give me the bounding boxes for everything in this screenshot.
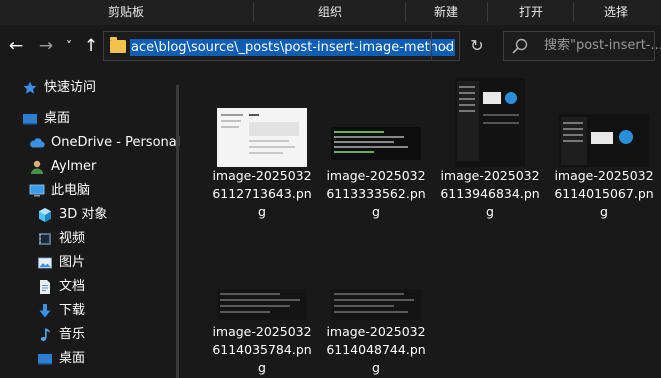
file-tile[interactable]: image-20250326113946834.png xyxy=(436,77,544,221)
chevron-down-icon: ⌄ xyxy=(441,39,452,52)
back-arrow-icon: ← xyxy=(8,36,24,56)
recent-locations-button[interactable]: ˅ xyxy=(61,25,77,67)
file-thumbnail xyxy=(322,77,430,167)
ribbon-divider xyxy=(405,2,406,22)
document-icon xyxy=(40,280,50,294)
ribbon-group-new: 新建 xyxy=(433,5,458,19)
up-arrow-icon: ↑ xyxy=(83,36,99,56)
file-name: image-20250326114035784.png xyxy=(212,324,312,375)
folder-icon xyxy=(110,37,126,53)
forward-arrow-icon: → xyxy=(38,36,54,56)
file-tile[interactable]: image-20250326114048744.png xyxy=(322,225,430,377)
ribbon-group-labels: 剪贴板 组织 新建 打开 选择 xyxy=(0,0,661,25)
file-thumbnail xyxy=(208,77,316,167)
nav-item-label: 视频 xyxy=(59,231,86,246)
file-list: image-20250326112713643.png image-202503… xyxy=(192,67,661,378)
nav-item-label: Aylmer xyxy=(51,159,97,174)
file-name: image-20250326114048744.png xyxy=(326,324,426,375)
file-name: image-20250326113946834.png xyxy=(440,168,540,219)
file-name: image-20250326113333562.png xyxy=(326,168,426,219)
address-divider xyxy=(431,32,432,60)
address-bar-row: ← → ˅ ↑ ace\blog\source\_posts\post-inse… xyxy=(0,25,661,67)
computer-icon xyxy=(29,184,45,197)
nav-item-label: 文档 xyxy=(59,279,86,294)
screenshot-thumbnail xyxy=(217,108,307,167)
ribbon-group-clipboard: 剪贴板 xyxy=(107,5,144,19)
cloud-icon xyxy=(30,138,45,148)
nav-scrollbar-thumb[interactable] xyxy=(176,85,179,378)
chevron-down-icon: ˅ xyxy=(66,39,72,53)
screenshot-thumbnail xyxy=(559,114,649,167)
nav-item-label: 图片 xyxy=(59,255,86,270)
screenshot-thumbnail xyxy=(331,289,421,320)
refresh-icon: ↻ xyxy=(470,36,484,55)
ribbon-group-organize: 组织 xyxy=(317,5,342,19)
forward-button[interactable]: → xyxy=(35,25,57,67)
star-icon xyxy=(23,81,37,94)
file-thumbnail xyxy=(436,77,544,167)
file-thumbnail xyxy=(550,77,658,167)
file-tile[interactable]: image-20250326113333562.png xyxy=(322,77,430,221)
nav-item-label: 桌面 xyxy=(59,351,86,366)
cube-icon xyxy=(39,208,51,222)
search-placeholder: 搜索"post-insert-... xyxy=(544,38,661,53)
navigation-pane: 快速访问 桌面 OneDrive - Personal Aylmer 此电脑 3… xyxy=(0,67,192,378)
music-icon xyxy=(40,328,51,341)
desktop-icon xyxy=(38,354,52,365)
desktop-icon xyxy=(23,114,37,125)
ribbon-divider xyxy=(253,2,254,22)
file-tile[interactable]: image-20250326112713643.png xyxy=(208,77,316,221)
nav-item-label: 3D 对象 xyxy=(59,207,108,222)
file-name: image-20250326114015067.png xyxy=(554,168,654,219)
refresh-button[interactable]: ↻ xyxy=(462,31,492,61)
nav-item-label: 下载 xyxy=(59,303,86,318)
address-history-button[interactable]: ⌄ xyxy=(434,32,459,60)
screenshot-thumbnail xyxy=(331,127,421,160)
screenshot-thumbnail xyxy=(217,289,307,320)
nav-item-label: 桌面 xyxy=(44,111,71,126)
up-button[interactable]: ↑ xyxy=(80,25,102,67)
ribbon-divider xyxy=(487,2,488,22)
file-tile[interactable]: image-20250326114015067.png xyxy=(550,77,658,221)
address-path-selected[interactable]: ace\blog\source\_posts\post-insert-image… xyxy=(130,39,456,56)
user-icon xyxy=(31,160,43,174)
nav-item-label: 此电脑 xyxy=(51,183,91,198)
screenshot-thumbnail xyxy=(455,78,525,167)
nav-item-label: OneDrive - Personal xyxy=(51,135,181,150)
back-button[interactable]: ← xyxy=(5,25,27,67)
nav-item-label: 快速访问 xyxy=(44,80,97,95)
ribbon-group-open: 打开 xyxy=(518,5,543,19)
video-icon xyxy=(39,233,51,245)
file-tile[interactable]: image-20250326114035784.png xyxy=(208,225,316,377)
picture-icon xyxy=(38,257,52,269)
ribbon-group-select: 选择 xyxy=(603,5,628,19)
nav-scrollbar[interactable] xyxy=(176,85,179,378)
search-icon xyxy=(512,38,528,54)
download-icon xyxy=(39,304,51,318)
ribbon-divider xyxy=(573,2,574,22)
address-input[interactable]: ace\blog\source\_posts\post-insert-image… xyxy=(103,31,460,61)
search-box[interactable]: 搜索"post-insert-... xyxy=(503,31,661,61)
file-thumbnail xyxy=(322,225,430,323)
file-thumbnail xyxy=(208,225,316,323)
file-name: image-20250326112713643.png xyxy=(212,168,312,219)
nav-item-label: 音乐 xyxy=(59,327,86,342)
